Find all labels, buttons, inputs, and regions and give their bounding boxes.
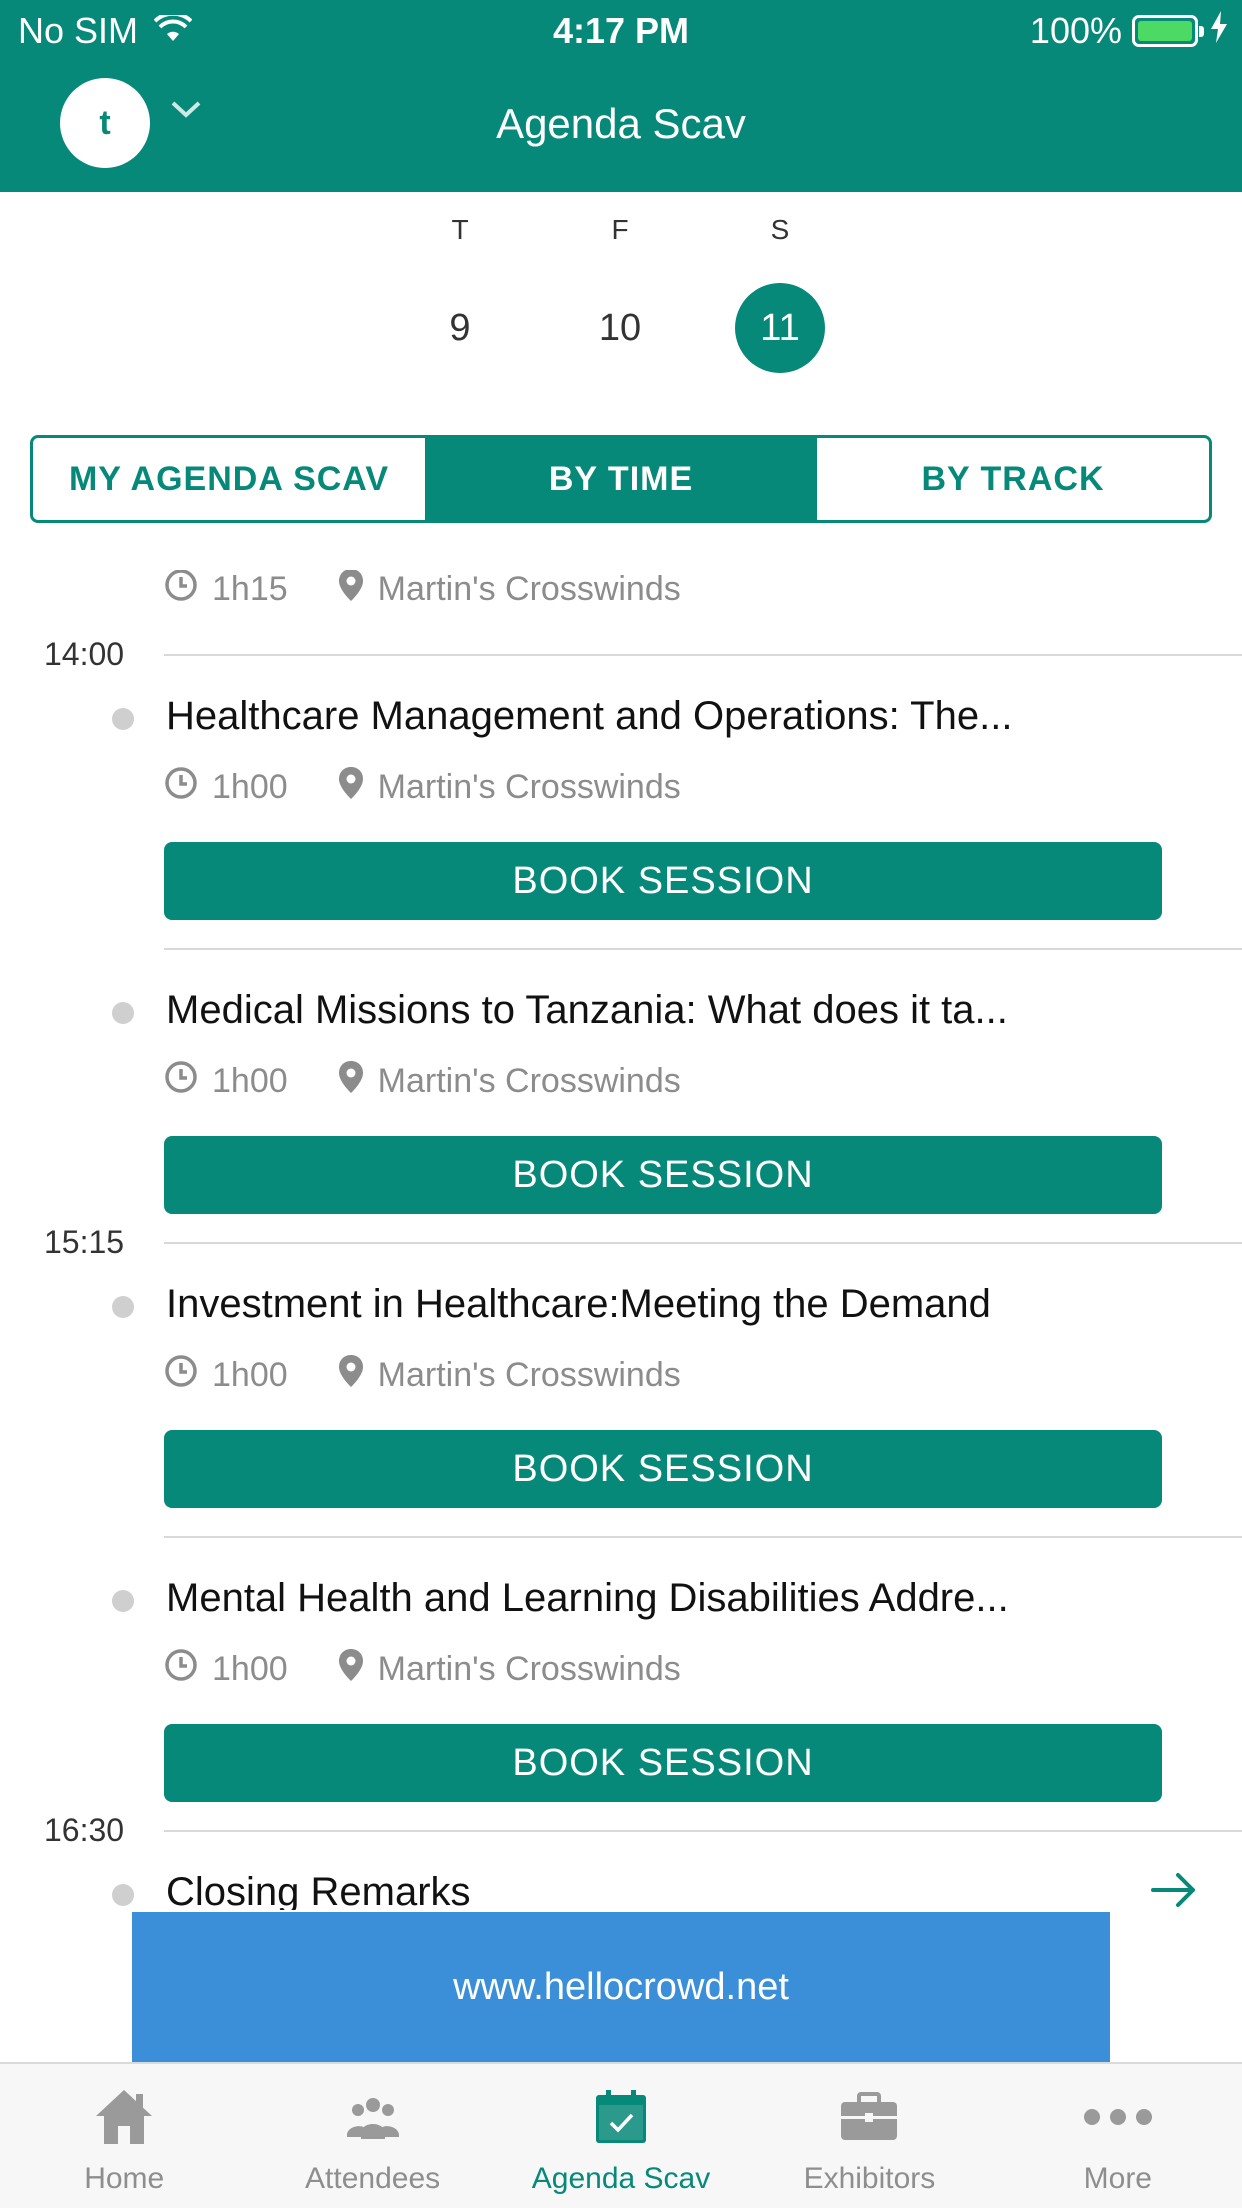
session-title[interactable]: Closing Remarks xyxy=(166,1870,1126,1910)
session-title[interactable]: Medical Missions to Tanzania: What does … xyxy=(166,988,1126,1033)
divider xyxy=(164,948,1242,950)
book-session-button[interactable]: BOOK SESSION xyxy=(164,842,1162,920)
clock-icon xyxy=(164,570,212,611)
book-session-button[interactable]: BOOK SESSION xyxy=(164,1136,1162,1214)
session-location: Martin's Crosswinds xyxy=(338,1060,681,1103)
date-button-9[interactable]: 9 xyxy=(415,283,505,373)
battery-percent: 100% xyxy=(1029,10,1122,51)
divider xyxy=(164,1536,1242,1538)
location-pin-icon xyxy=(338,1648,378,1691)
status-right: 100% xyxy=(1030,10,1228,52)
tab-bar: Home Attendees Agenda Scav Exhibitors Mo… xyxy=(0,2062,1242,2208)
tab-label: More xyxy=(1083,2162,1152,2195)
session-location: Martin's Crosswinds xyxy=(338,1648,681,1691)
app-header: No SIM 4:17 PM 100% t Agenda Scav xyxy=(0,0,1242,192)
home-icon xyxy=(94,2086,154,2148)
session-bullet xyxy=(112,1590,134,1612)
segment-by-time[interactable]: BY TIME xyxy=(425,438,817,520)
charging-icon xyxy=(1210,10,1228,52)
book-session-button[interactable]: BOOK SESSION xyxy=(164,1724,1162,1802)
session-title[interactable]: Investment in Healthcare:Meeting the Dem… xyxy=(166,1282,1126,1327)
briefcase-icon xyxy=(839,2086,899,2148)
segment-my-agenda[interactable]: MY AGENDA SCAV xyxy=(33,438,425,520)
more-dots-icon xyxy=(1082,2086,1154,2148)
session-location: Martin's Crosswinds xyxy=(338,1354,681,1397)
location-pin-icon xyxy=(338,1060,378,1103)
attendees-icon xyxy=(345,2086,401,2148)
session-meta: 1h15 Martin's Crosswinds xyxy=(164,570,681,611)
day-of-week-label: S xyxy=(770,214,790,245)
divider xyxy=(164,654,1242,656)
session-duration: 1h00 xyxy=(212,1356,288,1394)
session-location: Martin's Crosswinds xyxy=(338,570,681,611)
session-meta: 1h00 Martin's Crosswinds xyxy=(164,1354,681,1397)
clock-icon xyxy=(164,1354,212,1397)
session-bullet xyxy=(112,1002,134,1024)
location-pin-icon xyxy=(338,570,378,611)
tab-label: Home xyxy=(84,2162,165,2195)
tab-more[interactable]: More xyxy=(994,2064,1242,2208)
location-pin-icon xyxy=(338,1354,378,1397)
calendar-check-icon xyxy=(594,2086,648,2148)
session-bullet xyxy=(112,1296,134,1318)
session-location: Martin's Crosswinds xyxy=(338,766,681,809)
tab-label: Exhibitors xyxy=(803,2162,936,2195)
page-title: Agenda Scav xyxy=(496,100,746,147)
view-segmented-control: MY AGENDA SCAV BY TIME BY TRACK xyxy=(30,435,1212,523)
tab-home[interactable]: Home xyxy=(0,2064,248,2208)
session-title[interactable]: Healthcare Management and Operations: Th… xyxy=(166,694,1126,739)
divider xyxy=(164,1242,1242,1244)
time-slot-label: 14:00 xyxy=(44,636,125,672)
session-duration: 1h00 xyxy=(212,768,288,806)
tab-label: Attendees xyxy=(305,2162,441,2195)
clock-icon xyxy=(164,1060,212,1103)
session-title[interactable]: Mental Health and Learning Disabilities … xyxy=(166,1576,1126,1621)
date-button-10[interactable]: 10 xyxy=(575,283,665,373)
date-button-11-selected[interactable]: 11 xyxy=(735,283,825,373)
session-meta: 1h00 Martin's Crosswinds xyxy=(164,766,681,809)
segment-by-track[interactable]: BY TRACK xyxy=(817,438,1209,520)
session-duration: 1h15 xyxy=(212,570,288,608)
battery-icon xyxy=(1132,15,1204,47)
session-duration: 1h00 xyxy=(212,1650,288,1688)
day-of-week-label: F xyxy=(611,214,629,245)
session-bullet xyxy=(112,1884,134,1906)
clock-icon xyxy=(164,766,212,809)
time-slot-label: 15:15 xyxy=(44,1224,125,1260)
divider xyxy=(164,1830,1242,1832)
day-of-week-label: T xyxy=(451,214,469,245)
tab-agenda[interactable]: Agenda Scav xyxy=(497,2064,745,2208)
session-meta: 1h00 Martin's Crosswinds xyxy=(164,1648,681,1691)
tab-label: Agenda Scav xyxy=(531,2162,711,2195)
time-slot-label: 16:30 xyxy=(44,1812,125,1848)
clock-icon xyxy=(164,1648,212,1691)
tab-exhibitors[interactable]: Exhibitors xyxy=(745,2064,993,2208)
status-bar: No SIM 4:17 PM 100% xyxy=(0,0,1242,64)
agenda-list[interactable]: 1h15 Martin's Crosswinds 14:00 Healthcar… xyxy=(0,570,1242,1910)
location-pin-icon xyxy=(338,766,378,809)
arrow-right-icon[interactable] xyxy=(1150,1870,1198,1910)
banner-text: www.hellocrowd.net xyxy=(453,1965,789,2008)
tab-attendees[interactable]: Attendees xyxy=(248,2064,496,2208)
book-session-button[interactable]: BOOK SESSION xyxy=(164,1430,1162,1508)
session-duration: 1h00 xyxy=(212,1062,288,1100)
ad-banner[interactable]: www.hellocrowd.net xyxy=(132,1912,1110,2062)
session-bullet xyxy=(112,708,134,730)
session-meta: 1h00 Martin's Crosswinds xyxy=(164,1060,681,1103)
